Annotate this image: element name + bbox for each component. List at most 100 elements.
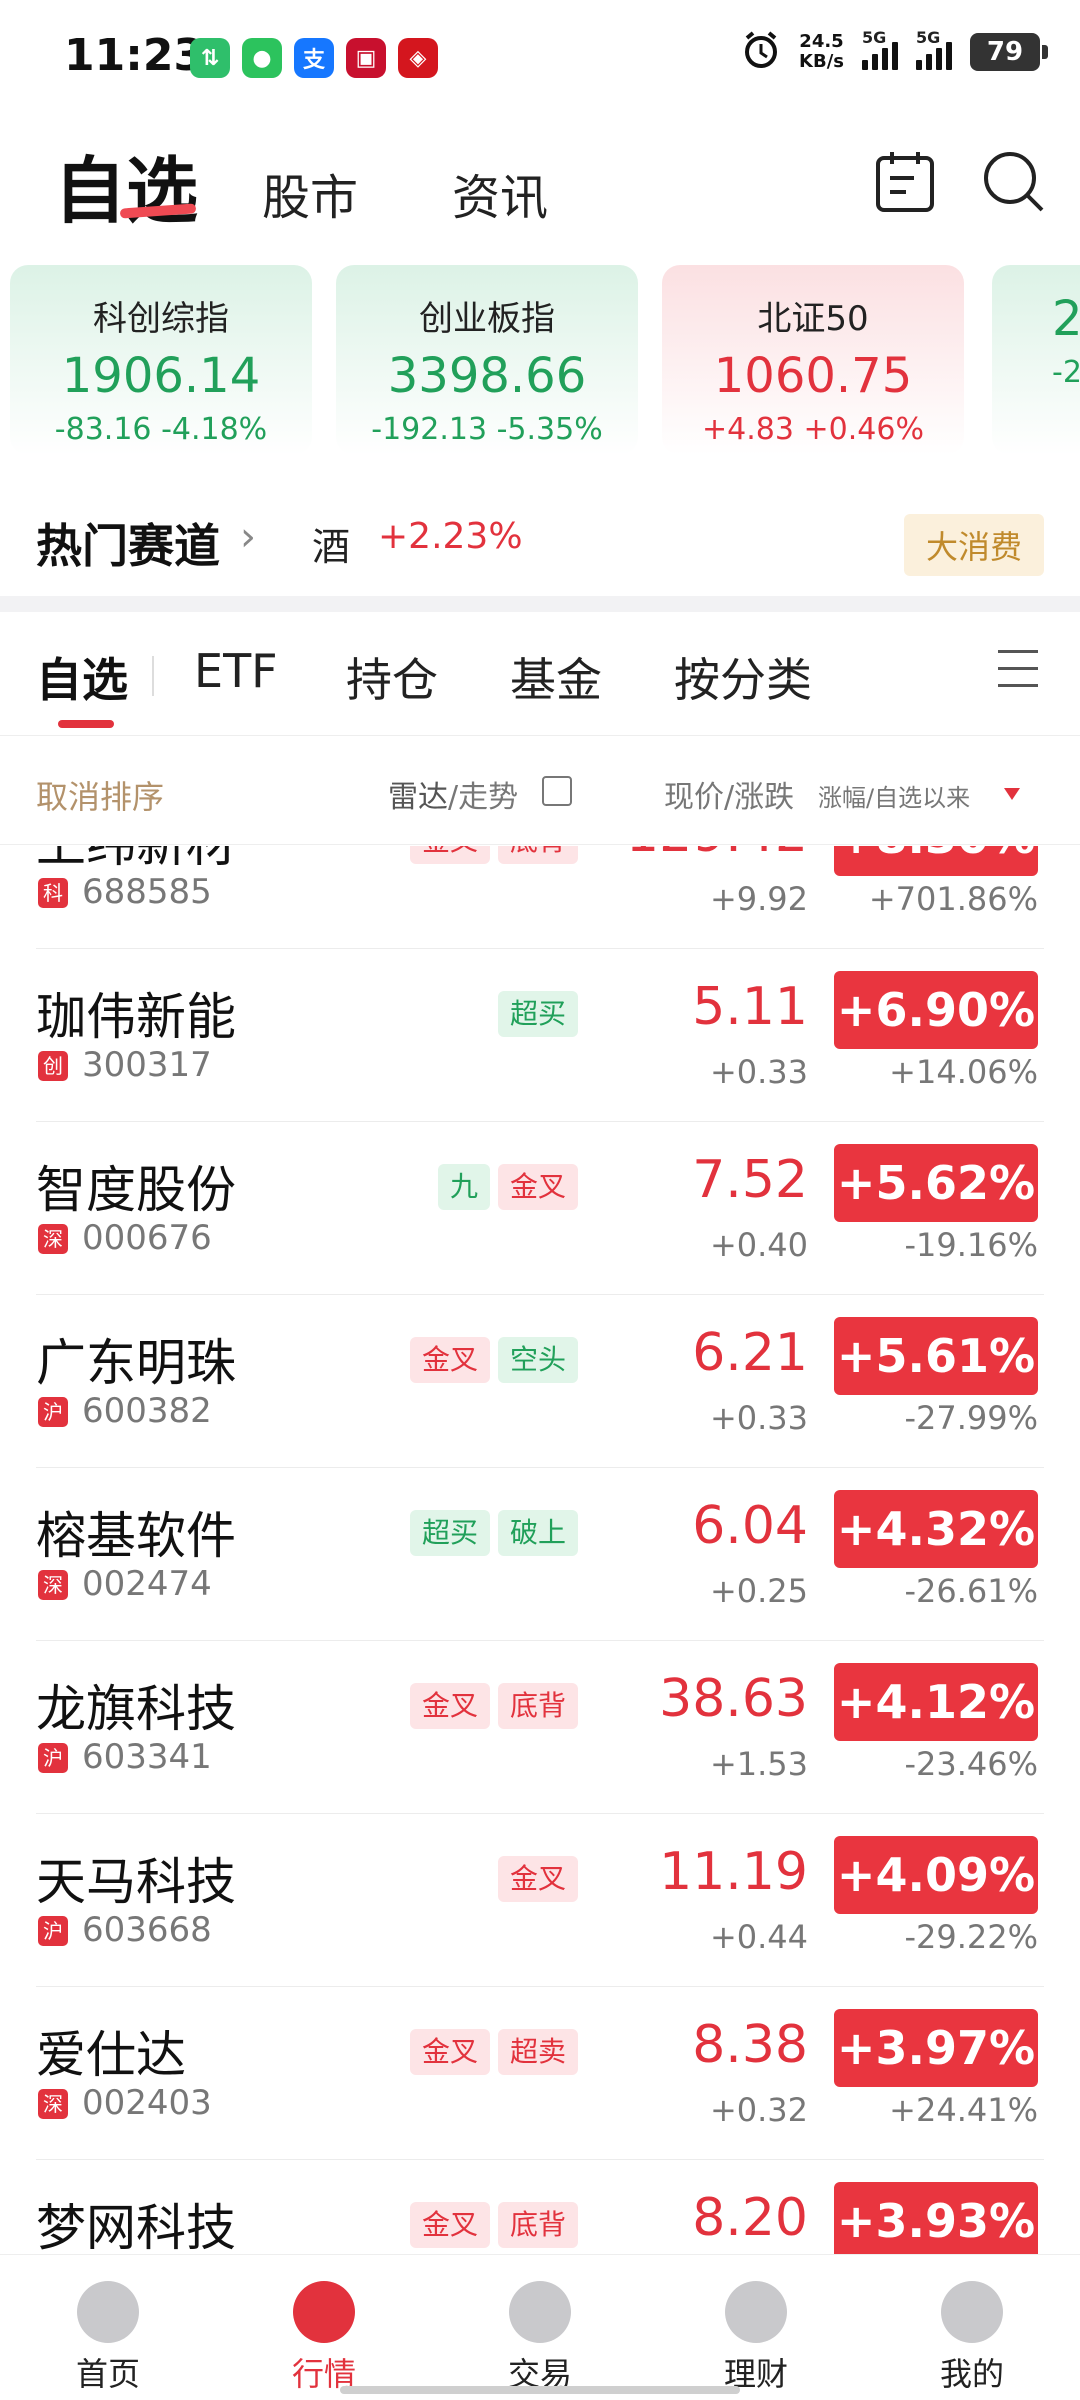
stock-price: 11.19 [659,1842,808,1902]
stock-since-added: +701.86% [868,880,1038,918]
hot-sector-title[interactable]: 热门赛道 [36,510,220,576]
trend-label: /走势 [448,780,519,815]
stock-price: 6.04 [692,1496,808,1556]
cancel-sort-button[interactable]: 取消排序 [36,772,164,818]
index-cards: 科创综指 1906.14 -83.16 -4.18% 创业板指 3398.66 … [0,265,1080,455]
signal-tags: 金叉底背 [409,2202,578,2248]
stock-row[interactable]: 天马科技 沪 603668 金叉 11.19 +0.44 +4.09% -29.… [0,1814,1080,1987]
index-name: 创业板指 [419,299,555,339]
tab-separator [152,656,154,696]
hot-sector-badge[interactable]: 大消费 [903,514,1044,576]
stock-price: 6.21 [692,1323,808,1383]
stock-code: 600382 [82,1391,212,1431]
index-card[interactable]: 科创综指 1906.14 -83.16 -4.18% [10,265,312,455]
search-icon[interactable] [980,148,1050,218]
price-change-header[interactable]: 现价/涨跌 [664,772,794,816]
index-change-value: +4.83 [702,412,794,447]
nav-item-market[interactable]: 行情 [216,2255,432,2400]
stock-since-added: +14.06% [889,1053,1038,1091]
menu-icon[interactable] [998,650,1038,690]
network-speed: 24.5 KB/s [799,32,844,72]
index-card-partial[interactable]: 2 -24 [992,265,1080,455]
stock-row[interactable]: 榕基软件 深 002474 超买 破上 6.04 +0.25 +4.32% -26… [0,1468,1080,1641]
stock-price: 8.20 [692,2188,808,2248]
watchlist-tabs: 自选 ETF 持仓 基金 按分类 [0,620,1080,730]
hot-sector-change: +2.23% [378,516,523,557]
nav-label: 首页 [75,2355,140,2393]
stock-pct-badge[interactable]: +3.97% [834,2009,1038,2087]
stock-row[interactable]: 梦网科技 金叉 底背 8.20 +3.93% [0,2160,1080,2254]
stock-change: +0.44 [709,1918,808,1956]
stock-row[interactable]: 龙旗科技 沪 603341 金叉 底背 38.63 +1.53 +4.12% -2… [0,1641,1080,1814]
market-icon [293,2281,355,2343]
stock-code: 300317 [82,1045,212,1085]
system-indicators: 24.5 KB/s 5G 5G 79 [741,28,1048,74]
hot-sector-bar[interactable]: 热门赛道 › 酒 +2.23% 大消费 [0,500,1080,590]
stock-pct-badge[interactable]: +4.32% [834,1490,1038,1568]
stock-since-added: -26.61% [904,1572,1038,1610]
signal-tags: 超买 [497,991,578,1037]
market-badge: 沪 [38,1916,68,1946]
market-badge: 深 [38,1570,68,1600]
tab-etf[interactable]: ETF [194,644,278,698]
notification-icons: ⇅ ● 支 ▣ ◈ [190,38,438,78]
stock-change: +9.92 [709,880,808,918]
signal-tag: 底背 [497,846,578,864]
stock-pct-badge[interactable]: +3.93% [834,2182,1038,2254]
stock-row[interactable]: 爱仕达 深 002403 金叉 超卖 8.38 +0.32 +3.97% +24.… [0,1987,1080,2160]
tab-funds[interactable]: 基金 [510,644,602,710]
stock-name: 珈伟新能 [36,988,236,1046]
signal-tags: 金叉 超卖 [409,2029,578,2075]
index-change: +4.83 +0.46% [662,412,964,447]
toggle-view-icon[interactable] [542,776,572,806]
nav-item-trade[interactable]: 交易 [432,2255,648,2400]
app-notification-icon: ⇅ [190,38,230,78]
radar-trend-header[interactable]: 雷达/走势 [388,772,518,816]
tab-watchlist[interactable]: 自选 [36,644,128,710]
bottom-navigation: 首页 行情 交易 理财 我的 [0,2254,1080,2400]
signal-tag: 金叉 [497,1856,578,1902]
index-card[interactable]: 创业板指 3398.66 -192.13 -5.35% [336,265,638,455]
hot-sector-name: 酒 [312,525,351,569]
stock-name: 榕基软件 [36,1507,236,1565]
stock-row[interactable]: 上纬新材 科 688585 金叉底背 129.42 +9.92 +8.30% +… [0,846,1080,949]
sim1-label: 5G [862,28,887,47]
signal-tag: 底背 [497,1683,578,1729]
tab-stock-market[interactable]: 股市 [262,158,358,228]
signal-tag: 金叉 [409,1337,490,1383]
stock-row[interactable]: 珈伟新能 创 300317 超买 5.11 +0.33 +6.90% +14.0… [0,949,1080,1122]
stock-pct-badge[interactable]: +5.62% [834,1144,1038,1222]
signal-tags: 超买 破上 [409,1510,578,1556]
nav-item-wealth[interactable]: 理财 [648,2255,864,2400]
index-change: -83.16 -4.18% [10,412,312,447]
nav-item-profile[interactable]: 我的 [864,2255,1080,2400]
stock-code: 688585 [82,872,212,912]
sort-desc-icon[interactable] [1004,788,1020,800]
pct-since-header[interactable]: 涨幅/自选以来 [818,778,970,813]
top-nav: 自选 股市 资讯 [0,120,1080,260]
tab-holdings[interactable]: 持仓 [346,644,438,710]
stock-row[interactable]: 广东明珠 沪 600382 金叉 空头 6.21 +0.33 +5.61% -27… [0,1295,1080,1468]
tab-news[interactable]: 资讯 [452,158,548,228]
stock-pct-badge[interactable]: +8.30% [834,846,1038,876]
trade-icon [509,2281,571,2343]
nav-item-home[interactable]: 首页 [0,2255,216,2400]
index-card[interactable]: 北证50 1060.75 +4.83 +0.46% [662,265,964,455]
notepad-icon[interactable] [870,148,940,218]
status-bar: 11:23 ⇅ ● 支 ▣ ◈ 24.5 KB/s 5G 5G 79 [0,0,1080,120]
gesture-home-bar[interactable] [340,2386,740,2394]
tab-by-category[interactable]: 按分类 [674,644,812,710]
stock-row[interactable]: 智度股份 深 000676 九金叉 7.52 +0.40 +5.62% -19.… [0,1122,1080,1295]
stock-pct-badge[interactable]: +5.61% [834,1317,1038,1395]
stock-list[interactable]: 上纬新材 科 688585 金叉底背 129.42 +9.92 +8.30% +… [0,846,1080,2254]
chevron-right-icon: › [240,514,256,560]
stock-name: 天马科技 [36,1853,236,1911]
stock-code: 603668 [82,1910,212,1950]
stock-pct-badge[interactable]: +6.90% [834,971,1038,1049]
stock-since-added: -19.16% [904,1226,1038,1264]
market-badge: 深 [38,1224,68,1254]
index-name: 北证50 [757,299,869,339]
stock-pct-badge[interactable]: +4.12% [834,1663,1038,1741]
stock-pct-badge[interactable]: +4.09% [834,1836,1038,1914]
page-title[interactable]: 自选 [54,132,198,237]
